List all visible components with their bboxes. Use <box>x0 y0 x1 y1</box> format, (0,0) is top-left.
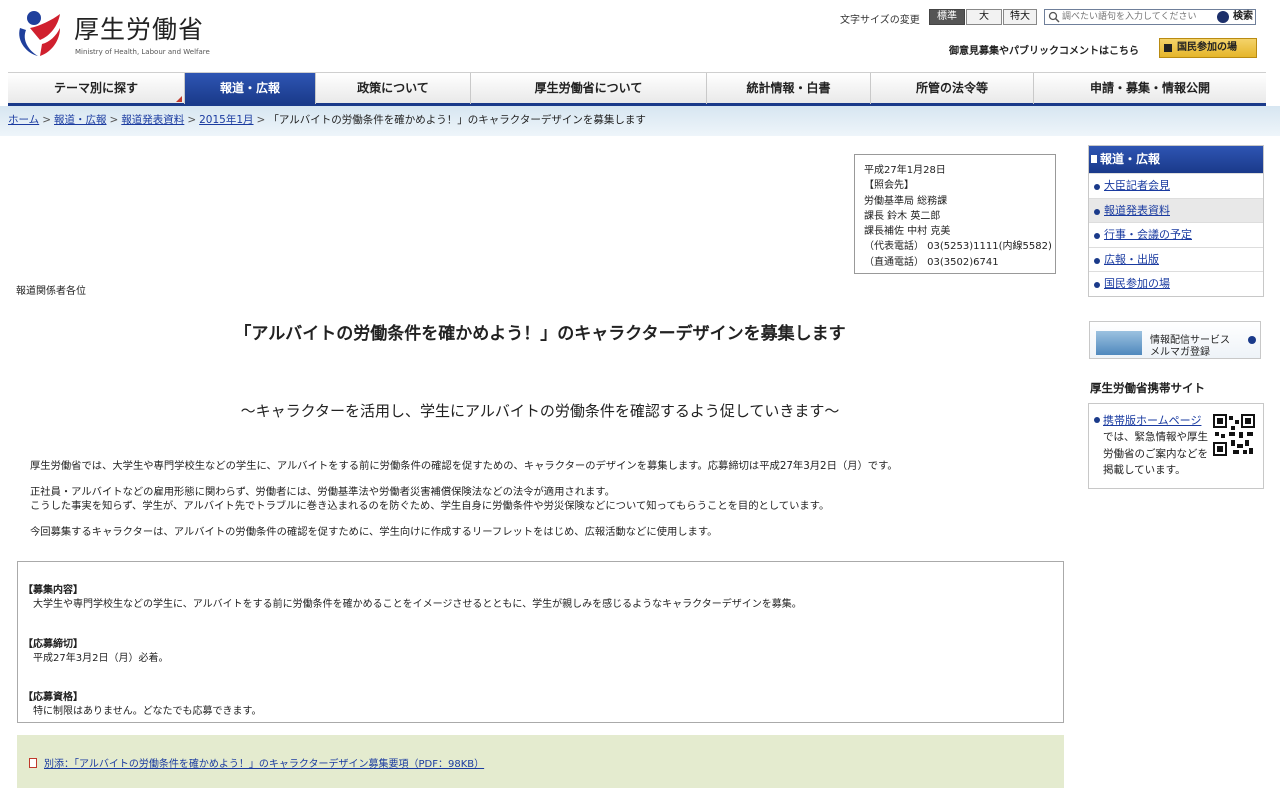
contact-department: 労働基準局 総務課 <box>864 195 948 207</box>
site-header: 厚生労働省 Ministry of Health, Labour and Wel… <box>0 0 1280 72</box>
details-heading-deadline: 【応募締切】 <box>23 639 83 650</box>
search-box: 検索 <box>1044 9 1256 25</box>
nav-item-label: 統計情報・白書 <box>746 81 831 95</box>
nav-item-laws[interactable]: 所管の法令等 <box>871 73 1034 104</box>
mobile-site-box: 携帯版ホームページ では、緊急情報や厚生労働省のご案内などを掲載しています。 <box>1088 403 1264 489</box>
public-participation-button[interactable]: 国民参加の場 <box>1159 38 1257 58</box>
corner-triangle-icon <box>176 96 182 102</box>
qr-code-icon <box>1213 414 1255 456</box>
contact-direct-phone: （直通電話） 03(3502)6741 <box>864 256 999 268</box>
pdf-icon <box>29 758 37 768</box>
main-content: 平成27年1月28日 【照会先】 労働基準局 総務課 課長 鈴木 英二郎 課長補… <box>8 143 1072 794</box>
recipients: 報道関係者各位 <box>16 286 86 297</box>
intro-paragraph: 厚生労働省では、大学生や専門学校生などの学生に、アルバイトをする前に労働条件の確… <box>30 460 898 472</box>
heading-mark-icon <box>1091 155 1097 163</box>
mail-banner-line2: メルマガ登録 <box>1150 347 1210 358</box>
details-body-content: 大学生や専門学校生などの学生に、アルバイトをする前に労働条件を確かめることをイメ… <box>33 599 802 610</box>
nav-item-about[interactable]: 厚生労働省について <box>471 73 707 104</box>
search-button-label: 検索 <box>1233 11 1253 22</box>
font-size-standard-button[interactable]: 標準 <box>929 9 965 25</box>
nav-item-themes[interactable]: テーマ別に探す <box>8 73 185 104</box>
breadcrumb-home[interactable]: ホーム <box>8 114 39 126</box>
details-heading-content: 【募集内容】 <box>23 585 83 596</box>
site-logo[interactable]: 厚生労働省 Ministry of Health, Labour and Wel… <box>14 6 214 62</box>
sidebar-item-label[interactable]: 大臣記者会見 <box>1104 179 1170 192</box>
sidebar-item-publications[interactable]: 広報・出版 <box>1089 246 1263 271</box>
release-date: 平成27年1月28日 <box>864 165 946 176</box>
mail-magazine-banner[interactable]: 情報配信サービス メルマガ登録 <box>1089 321 1261 359</box>
square-bullet-icon <box>1164 44 1172 52</box>
sidebar-item-label[interactable]: 行事・会議の予定 <box>1104 228 1192 241</box>
nav-item-applications[interactable]: 申請・募集・情報公開 <box>1034 73 1266 104</box>
sidebar: 報道・広報 大臣記者会見 報道発表資料 行事・会議の予定 広報・出版 国民参加の… <box>1088 145 1264 297</box>
body-paragraph-1: 正社員・アルバイトなどの雇用形態に関わらず、労働者には、労働基準法や労働者災害補… <box>30 486 615 498</box>
contact-box: 平成27年1月28日 【照会先】 労働基準局 総務課 課長 鈴木 英二郎 課長補… <box>854 154 1056 274</box>
contact-deputy: 課長補佐 中村 克美 <box>864 226 951 238</box>
page-subtitle: ～キャラクターを活用し、学生にアルバイトの労働条件を確認するよう促していきます～ <box>240 402 840 420</box>
logo-text: 厚生労働省 <box>74 15 205 44</box>
sidebar-item-press-releases[interactable]: 報道発表資料 <box>1089 197 1263 222</box>
contact-heading: 【照会先】 <box>864 180 914 192</box>
nav-item-policy[interactable]: 政策について <box>316 73 471 104</box>
mobile-site-heading: 厚生労働省携帯サイト <box>1090 381 1205 395</box>
search-icon <box>1048 11 1060 23</box>
nav-item-statistics[interactable]: 統計情報・白書 <box>707 73 871 104</box>
contact-chief: 課長 鈴木 英二郎 <box>864 210 941 222</box>
logo-subtitle: Ministry of Health, Labour and Welfare <box>75 48 210 56</box>
sidebar-item-press-conference[interactable]: 大臣記者会見 <box>1089 173 1263 198</box>
breadcrumb-month[interactable]: 2015年1月 <box>199 114 253 126</box>
font-size-label: 文字サイズの変更 <box>840 15 920 26</box>
breadcrumb-press[interactable]: 報道・広報 <box>54 114 107 126</box>
font-size-large-button[interactable]: 大 <box>966 9 1002 25</box>
bullet-icon <box>1094 184 1100 190</box>
nav-item-label: 厚生労働省について <box>534 81 643 95</box>
search-button[interactable]: 検索 <box>1217 11 1253 23</box>
mobile-site-link[interactable]: 携帯版ホームページ <box>1103 412 1201 428</box>
attachment-link[interactable]: 別添：「アルバイトの労働条件を確かめよう！」のキャラクターデザイン募集要項（PD… <box>44 755 484 770</box>
font-size-xlarge-button[interactable]: 特大 <box>1003 9 1037 25</box>
sidebar-item-label[interactable]: 国民参加の場 <box>1104 277 1170 290</box>
nav-item-press[interactable]: 報道・広報 <box>185 73 316 104</box>
breadcrumb-current: 「アルバイトの労働条件を確かめよう！」のキャラクターデザインを募集します <box>268 114 646 126</box>
global-nav: テーマ別に探す 報道・広報 政策について 厚生労働省について 統計情報・白書 所… <box>8 72 1266 106</box>
arrow-right-icon <box>1248 336 1256 344</box>
search-input[interactable] <box>1062 10 1202 24</box>
envelope-icon <box>1096 331 1142 355</box>
sidebar-heading: 報道・広報 <box>1089 146 1263 173</box>
details-heading-eligibility: 【応募資格】 <box>23 692 83 703</box>
sidebar-heading-label: 報道・広報 <box>1100 152 1161 166</box>
nav-item-label: 申請・募集・情報公開 <box>1089 81 1210 95</box>
attachment-box: 別添：「アルバイトの労働条件を確かめよう！」のキャラクターデザイン募集要項（PD… <box>17 735 1064 788</box>
sidebar-item-label[interactable]: 広報・出版 <box>1104 253 1159 266</box>
mobile-site-description: では、緊急情報や厚生労働省のご案内などを掲載しています。 <box>1103 431 1208 476</box>
nav-item-label: 所管の法令等 <box>915 81 988 95</box>
page-title: 「アルバイトの労働条件を確かめよう！」のキャラクターデザインを募集します <box>234 324 846 344</box>
bullet-icon <box>1094 208 1100 215</box>
sidebar-item-events[interactable]: 行事・会議の予定 <box>1089 222 1263 247</box>
sidebar-item-participation[interactable]: 国民参加の場 <box>1089 271 1263 296</box>
bullet-icon <box>1094 257 1100 264</box>
arrow-right-icon <box>1217 11 1229 23</box>
body-paragraph-3: 今回募集するキャラクターは、アルバイトの労働条件の確認を促すために、学生向けに作… <box>30 526 718 538</box>
details-box: 【募集内容】 大学生や専門学校生などの学生に、アルバイトをする前に労働条件を確か… <box>17 561 1064 723</box>
breadcrumb: ホーム > 報道・広報 > 報道発表資料 >2015年1月 > 「アルバイトの労働条件を確かめ… <box>8 114 646 126</box>
nav-item-label: テーマ別に探す <box>53 81 138 95</box>
sidebar-press-menu: 報道・広報 大臣記者会見 報道発表資料 行事・会議の予定 広報・出版 国民参加の… <box>1088 145 1264 297</box>
bullet-icon <box>1094 282 1100 288</box>
breadcrumb-press-releases[interactable]: 報道発表資料 <box>121 114 184 126</box>
details-body-deadline: 平成27年3月2日（月）必着。 <box>33 653 169 664</box>
mhlw-logo-icon <box>19 11 60 56</box>
nav-item-label: 報道・広報 <box>219 81 280 95</box>
public-participation-label: 国民参加の場 <box>1177 42 1237 53</box>
contact-main-phone: （代表電話） 03(5253)1111(内線5582) <box>864 241 1052 253</box>
nav-item-label: 政策について <box>357 81 429 95</box>
bullet-icon <box>1094 233 1100 239</box>
sidebar-item-label[interactable]: 報道発表資料 <box>1104 204 1170 217</box>
public-comment-link[interactable]: 御意見募集やパブリックコメントはこちら <box>949 42 1139 57</box>
body-paragraph-2: こうした事実を知らず、学生が、アルバイト先でトラブルに巻き込まれるのを防ぐため、… <box>30 500 830 512</box>
details-body-eligibility: 特に制限はありません。どなたでも応募できます。 <box>33 706 262 717</box>
bullet-icon <box>1094 417 1100 423</box>
